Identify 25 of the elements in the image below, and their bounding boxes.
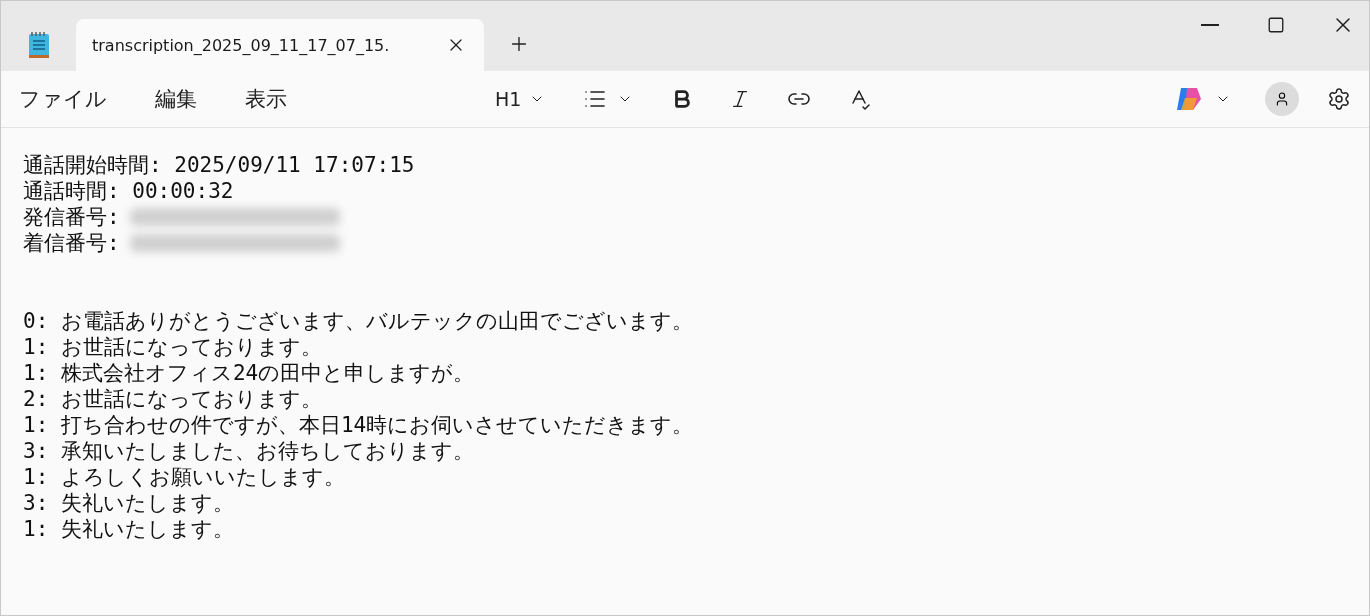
heading-dropdown[interactable]: H1 — [489, 87, 552, 111]
person-icon — [1274, 91, 1290, 107]
menu-item[interactable]: 編集 — [155, 81, 197, 117]
document-tab[interactable]: transcription_2025_09_11_17_07_15. — [76, 19, 484, 71]
notepad-icon — [27, 31, 50, 59]
minimize-icon — [1201, 24, 1219, 26]
transcript-line: 2: お世話になっております。 — [23, 386, 322, 412]
transcript-line: 3: 承知いたしました、お待ちしております。 — [23, 438, 474, 464]
maximize-icon — [1267, 16, 1285, 34]
tab-title: transcription_2025_09_11_17_07_15. — [92, 35, 390, 55]
settings-icon — [1327, 87, 1351, 111]
header-line: 通話開始時間: 2025/09/11 17:07:15 — [23, 152, 415, 178]
header-line: 発信番号: — [23, 204, 120, 230]
transcript-line: 1: よろしくお願いいたします。 — [23, 464, 345, 490]
header-line: 着信番号: — [23, 230, 120, 256]
menu-item[interactable]: 表示 — [245, 81, 287, 117]
transcript-line: 1: 打ち合わせの件ですが、本日14時にお伺いさせていただきます。 — [23, 412, 694, 438]
transcript-line: 0: お電話ありがとうございます、バルテックの山田でございます。 — [23, 308, 693, 334]
header-line: 通話時間: 00:00:32 — [23, 178, 234, 204]
menu-item[interactable]: ファイル — [19, 81, 107, 117]
account-button[interactable] — [1265, 82, 1299, 116]
transcript-line: 3: 失礼いたします。 — [23, 490, 234, 516]
transcript-line: 1: 株式会社オフィス24の田中と申しますが。 — [23, 360, 475, 386]
transcript-line: 1: 失礼いたします。 — [23, 516, 234, 542]
transcript-line: 1: お世話になっております。 — [23, 334, 322, 360]
